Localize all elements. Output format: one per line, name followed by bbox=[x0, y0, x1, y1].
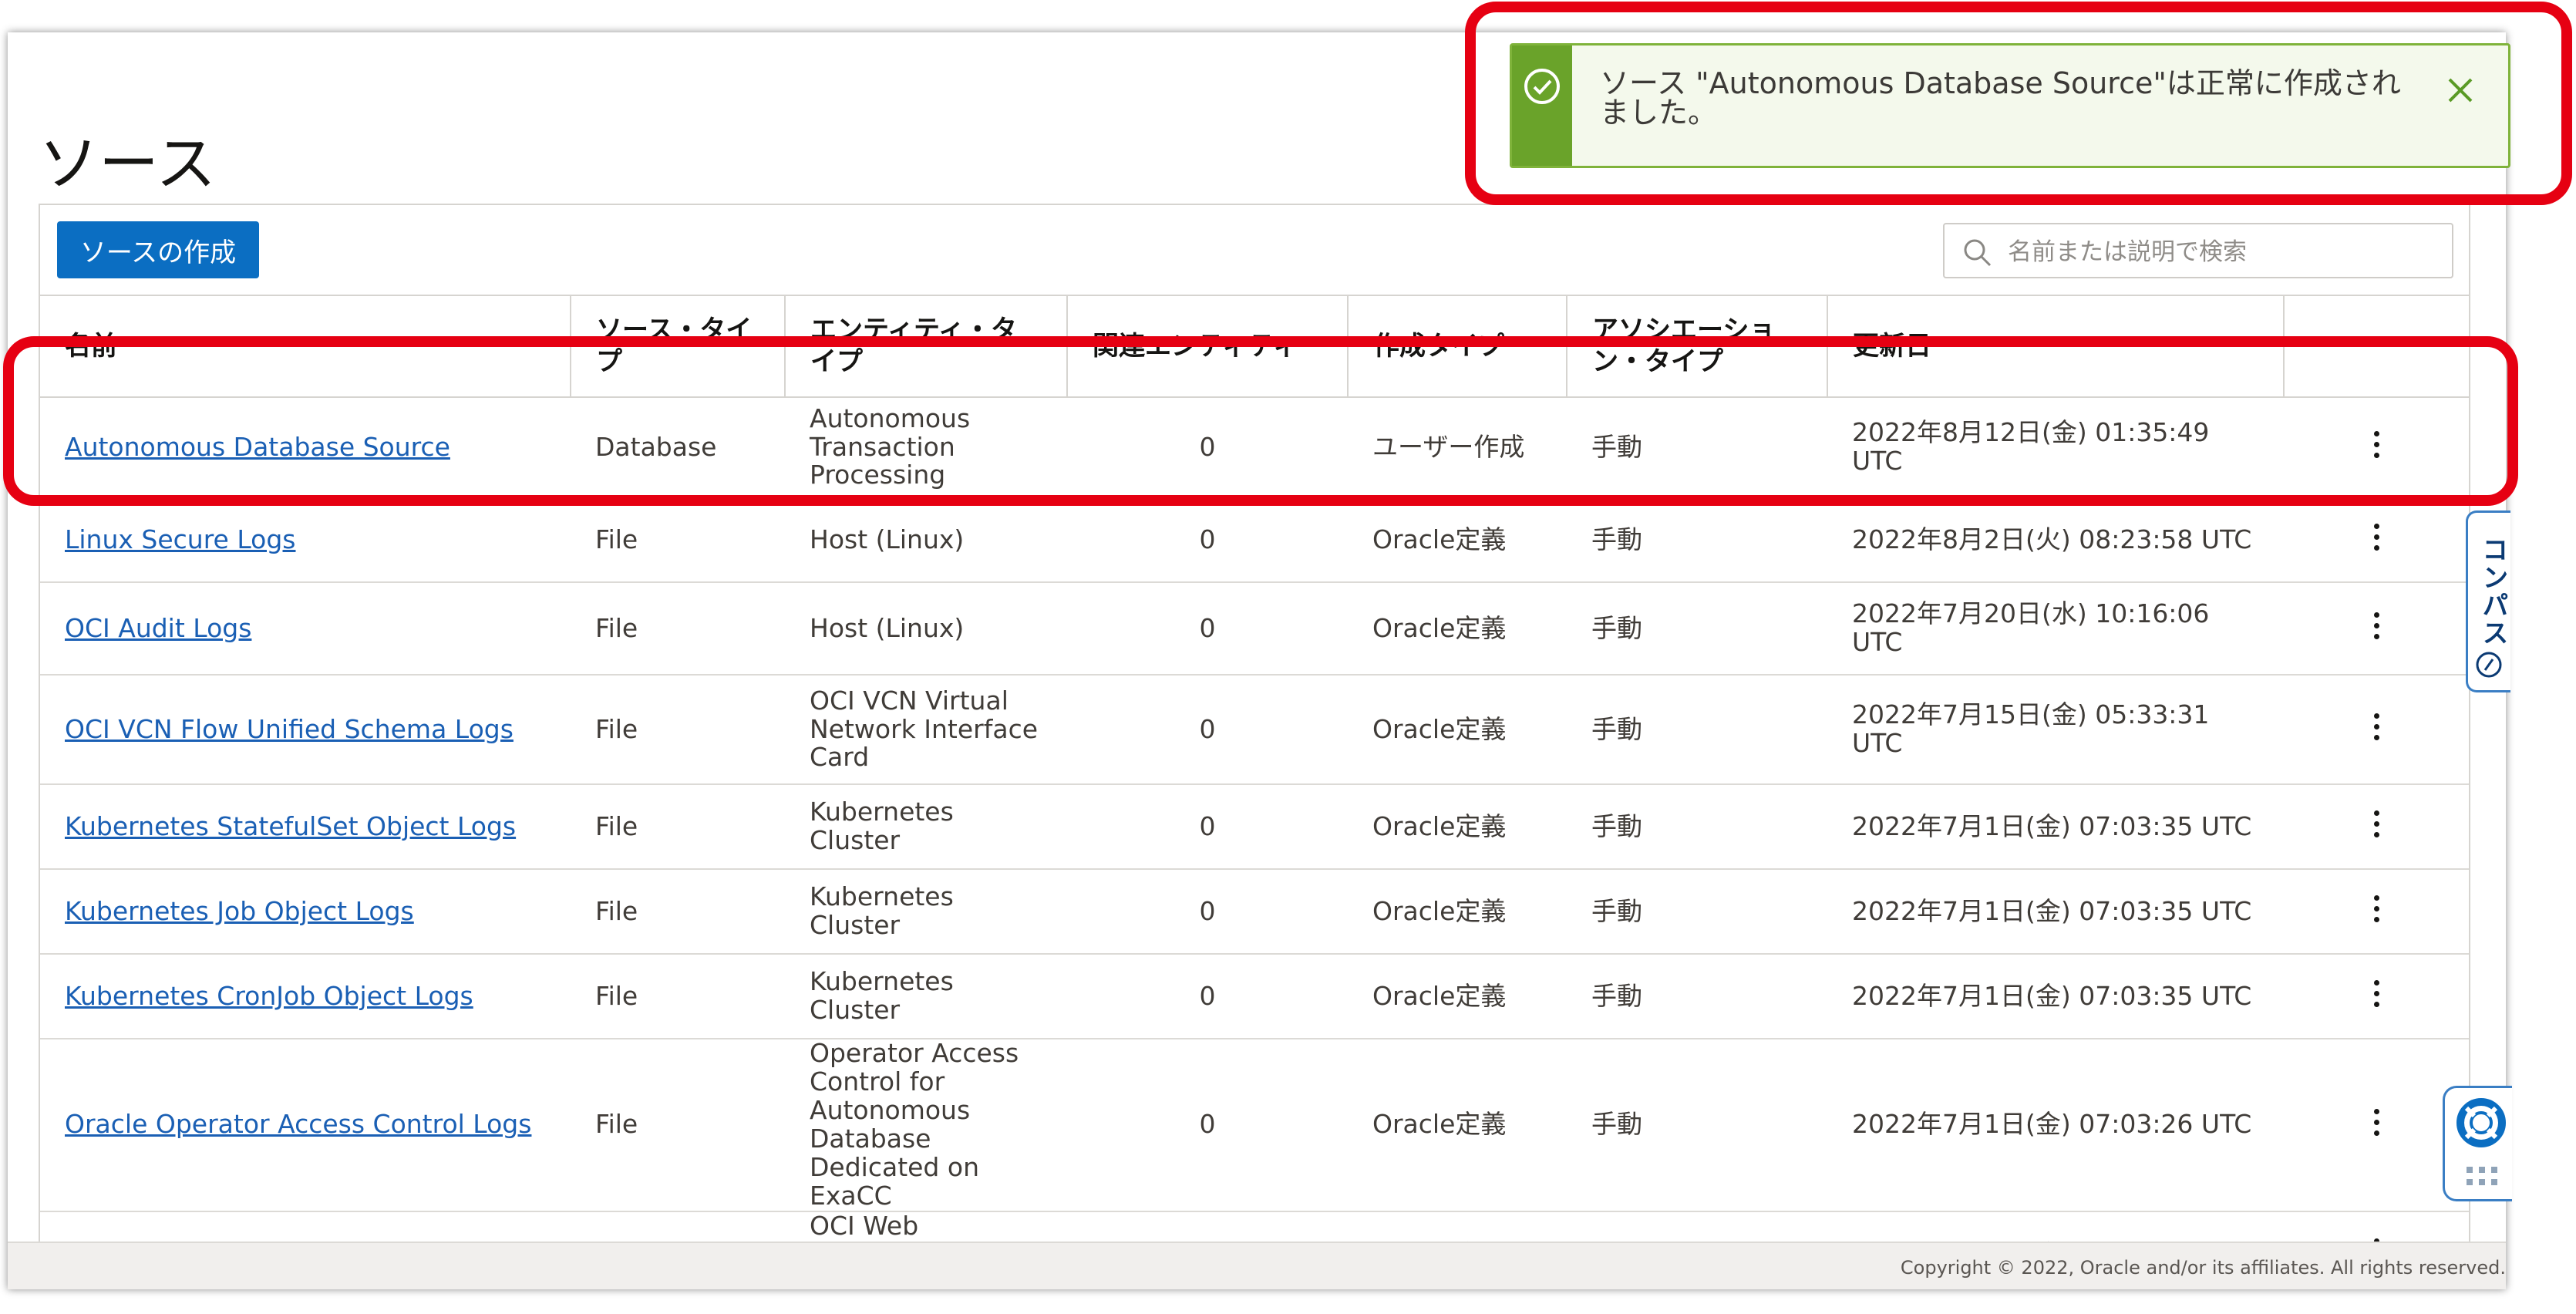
copyright-text: Copyright © 2022, Oracle and/or its affi… bbox=[1900, 1257, 2506, 1279]
related-entities-cell: 0 bbox=[1067, 582, 1348, 676]
kebab-menu-icon[interactable] bbox=[2372, 806, 2381, 841]
kebab-menu-icon[interactable] bbox=[2372, 608, 2381, 643]
source-type-cell: File bbox=[571, 784, 785, 870]
source-name-cell: Oracle Operator Access Control Logs bbox=[40, 1039, 571, 1212]
creation-type-cell: Oracle定義 bbox=[1348, 497, 1567, 583]
search-box[interactable] bbox=[1943, 223, 2453, 278]
association-type-cell: 手動 bbox=[1567, 954, 1827, 1039]
help-widget[interactable] bbox=[2443, 1086, 2512, 1201]
creation-type-cell: Oracle定義 bbox=[1348, 954, 1567, 1039]
creation-type-cell: Oracle定義 bbox=[1348, 582, 1567, 676]
association-type-cell: 手動 bbox=[1567, 1039, 1827, 1212]
association-type-cell: 手動 bbox=[1567, 784, 1827, 870]
source-type-cell: File bbox=[571, 1039, 785, 1212]
association-type-cell: 手動 bbox=[1567, 869, 1827, 955]
source-name-cell: OCI VCN Flow Unified Schema Logs bbox=[40, 675, 571, 785]
updated-date-cell: 2022年7月15日(金) 05:33:31 UTC bbox=[1827, 675, 2284, 785]
updated-date-cell: 2022年7月20日(水) 10:16:06 UTC bbox=[1827, 582, 2284, 676]
updated-date-cell: 2022年7月1日(金) 07:03:35 UTC bbox=[1827, 869, 2284, 955]
create-source-button[interactable]: ソースの作成 bbox=[57, 221, 259, 278]
related-entities-cell: 0 bbox=[1067, 784, 1348, 870]
table-row: Kubernetes Job Object Logs File Kubernetes… bbox=[40, 869, 2469, 955]
row-actions-cell bbox=[2284, 869, 2469, 955]
row-actions-cell bbox=[2284, 784, 2469, 870]
kebab-menu-icon[interactable] bbox=[2372, 891, 2381, 926]
updated-date-cell: 2022年7月1日(金) 07:03:26 UTC bbox=[1827, 1039, 2284, 1212]
source-name-cell: Kubernetes StatefulSet Object Logs bbox=[40, 784, 571, 870]
source-name-link[interactable]: Kubernetes StatefulSet Object Logs bbox=[65, 811, 516, 841]
creation-type-cell: Oracle定義 bbox=[1348, 784, 1567, 870]
updated-date-cell: 2022年8月2日(火) 08:23:58 UTC bbox=[1827, 497, 2284, 583]
kebab-menu-icon[interactable] bbox=[2372, 709, 2381, 744]
source-name-link[interactable]: OCI Audit Logs bbox=[65, 613, 251, 643]
kebab-menu-icon[interactable] bbox=[2372, 1104, 2381, 1140]
table-row: OCI VCN Flow Unified Schema Logs File OCI … bbox=[40, 675, 2469, 785]
source-type-cell: File bbox=[571, 954, 785, 1039]
related-entities-cell: 0 bbox=[1067, 954, 1348, 1039]
page-title: ソース bbox=[39, 130, 217, 200]
related-entities-cell: 0 bbox=[1067, 869, 1348, 955]
creation-type-cell: Oracle定義 bbox=[1348, 869, 1567, 955]
compass-icon bbox=[2476, 652, 2502, 678]
creation-type-cell: Oracle定義 bbox=[1348, 675, 1567, 785]
page-footer: Copyright © 2022, Oracle and/or its affi… bbox=[8, 1242, 2506, 1289]
table-row: Kubernetes StatefulSet Object Logs File Ku… bbox=[40, 784, 2469, 870]
source-name-link[interactable]: Kubernetes Job Object Logs bbox=[65, 896, 414, 926]
source-name-cell: OCI Audit Logs bbox=[40, 582, 571, 676]
creation-type-cell: Oracle定義 bbox=[1348, 1039, 1567, 1212]
source-name-link[interactable]: OCI VCN Flow Unified Schema Logs bbox=[65, 714, 514, 744]
search-input[interactable] bbox=[2006, 232, 2441, 272]
kebab-menu-icon[interactable] bbox=[2372, 975, 2381, 1011]
compass-tab[interactable]: コンパス bbox=[2466, 510, 2510, 692]
search-icon bbox=[1964, 239, 1992, 267]
related-entities-cell: 0 bbox=[1067, 497, 1348, 583]
apps-grid-icon bbox=[2467, 1167, 2497, 1185]
table-row: Linux Secure Logs File Host (Linux) 0 Oracle… bbox=[40, 497, 2469, 583]
source-name-cell: Kubernetes CronJob Object Logs bbox=[40, 954, 571, 1039]
related-entities-cell: 0 bbox=[1067, 1039, 1348, 1212]
highlight-new-row bbox=[3, 336, 2518, 506]
source-type-cell: File bbox=[571, 869, 785, 955]
source-name-cell: Linux Secure Logs bbox=[40, 497, 571, 583]
console-frame: ソース ソースの作成 名前 ソース・タイプ エンティティ・タイプ 関連エンティ bbox=[8, 32, 2506, 1289]
highlight-toast bbox=[1465, 2, 2572, 205]
lifebuoy-icon bbox=[2456, 1098, 2506, 1147]
entity-type-cell: Operator Access Control for Autonomous D… bbox=[785, 1039, 1067, 1212]
row-actions-cell bbox=[2284, 497, 2469, 583]
row-actions-cell bbox=[2284, 1039, 2469, 1212]
entity-type-cell: Kubernetes Cluster bbox=[785, 954, 1067, 1039]
row-actions-cell bbox=[2284, 675, 2469, 785]
compass-label: コンパス bbox=[2477, 536, 2508, 647]
updated-date-cell: 2022年7月1日(金) 07:03:35 UTC bbox=[1827, 784, 2284, 870]
source-name-cell: Kubernetes Job Object Logs bbox=[40, 869, 571, 955]
table-row: OCI Audit Logs File Host (Linux) 0 Oracle定義手… bbox=[40, 582, 2469, 676]
row-actions-cell bbox=[2284, 954, 2469, 1039]
association-type-cell: 手動 bbox=[1567, 497, 1827, 583]
kebab-menu-icon[interactable] bbox=[2372, 519, 2381, 554]
source-name-link[interactable]: Linux Secure Logs bbox=[65, 524, 295, 554]
entity-type-cell: Kubernetes Cluster bbox=[785, 869, 1067, 955]
entity-type-cell: Host (Linux) bbox=[785, 497, 1067, 583]
association-type-cell: 手動 bbox=[1567, 582, 1827, 676]
updated-date-cell: 2022年7月1日(金) 07:03:35 UTC bbox=[1827, 954, 2284, 1039]
entity-type-cell: Kubernetes Cluster bbox=[785, 784, 1067, 870]
source-type-cell: File bbox=[571, 675, 785, 785]
source-type-cell: File bbox=[571, 582, 785, 676]
entity-type-cell: Host (Linux) bbox=[785, 582, 1067, 676]
source-name-link[interactable]: Kubernetes CronJob Object Logs bbox=[65, 981, 473, 1011]
source-type-cell: File bbox=[571, 497, 785, 583]
source-name-link[interactable]: Oracle Operator Access Control Logs bbox=[65, 1109, 531, 1139]
related-entities-cell: 0 bbox=[1067, 675, 1348, 785]
association-type-cell: 手動 bbox=[1567, 675, 1827, 785]
entity-type-cell: OCI VCN Virtual Network Interface Card bbox=[785, 675, 1067, 785]
row-actions-cell bbox=[2284, 582, 2469, 676]
table-row: Kubernetes CronJob Object Logs File Kubern… bbox=[40, 954, 2469, 1039]
table-row: Oracle Operator Access Control Logs File O… bbox=[40, 1039, 2469, 1212]
